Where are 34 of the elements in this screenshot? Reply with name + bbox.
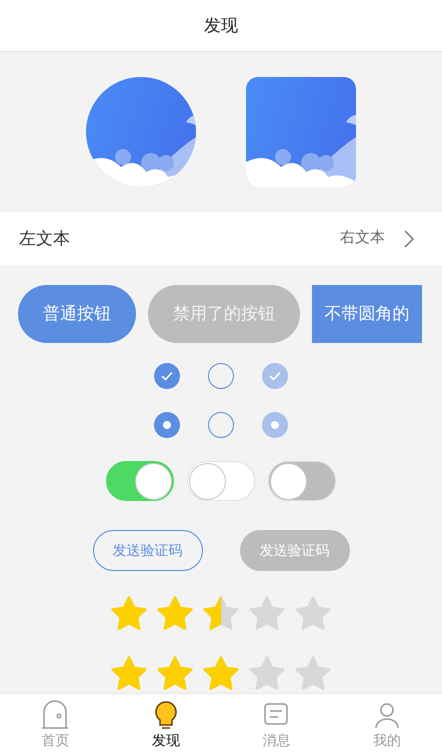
radio-button[interactable] xyxy=(154,412,180,438)
star-icon xyxy=(248,595,286,633)
star-icon xyxy=(202,595,240,633)
button[interactable]: 不带圆角的 xyxy=(312,285,422,343)
tab[interactable]: 首页 xyxy=(0,694,110,753)
left-text: 左文本 xyxy=(19,228,70,250)
lightbulb-icon xyxy=(152,700,179,730)
star-icon xyxy=(248,655,286,693)
star-icon xyxy=(156,655,194,693)
chevron-right-icon xyxy=(403,228,415,248)
checkbox[interactable] xyxy=(154,363,180,389)
tab[interactable]: 我的 xyxy=(332,694,442,753)
star-rating[interactable] xyxy=(110,595,332,633)
star-icon xyxy=(110,595,148,633)
button[interactable]: 普通按钮 xyxy=(18,285,136,343)
star-icon xyxy=(202,655,240,693)
toggle-switch[interactable] xyxy=(187,461,255,501)
star-icon xyxy=(294,595,332,633)
toggle-switch[interactable] xyxy=(106,461,174,501)
star-icon xyxy=(110,655,148,693)
page-title: 发现 xyxy=(204,14,238,37)
checkbox[interactable] xyxy=(208,363,234,389)
radio-button[interactable] xyxy=(208,412,234,438)
send-code-button[interactable]: 发送验证码 xyxy=(92,530,202,571)
star-icon xyxy=(294,655,332,693)
tab[interactable]: 消息 xyxy=(221,694,332,753)
right-text: 右文本 xyxy=(340,228,385,248)
check-icon xyxy=(161,371,173,381)
star-rating[interactable] xyxy=(110,655,332,693)
star-icon xyxy=(156,595,194,633)
check-icon xyxy=(269,371,281,381)
list-row[interactable]: 左文本 右文本 xyxy=(0,212,442,265)
door-icon xyxy=(41,700,70,730)
tab[interactable]: 发现 xyxy=(110,694,221,753)
